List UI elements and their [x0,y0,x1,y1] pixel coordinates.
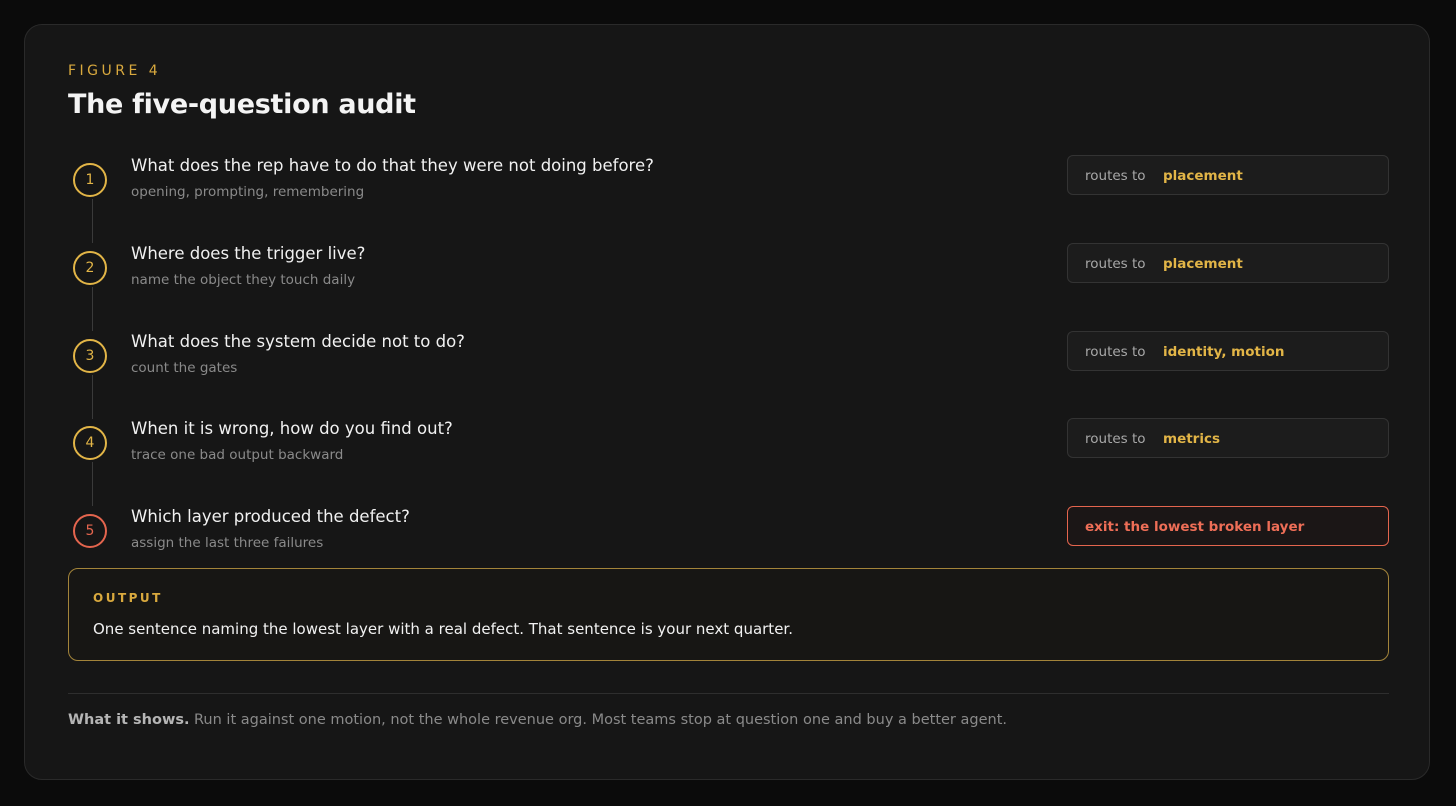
step-subtext: name the object they touch daily [131,272,356,288]
route-label: routes to [1085,431,1146,447]
route-box: routes to placement [1067,155,1389,195]
step-connector-line [92,199,93,243]
step-question: Which layer produced the defect? [131,507,410,526]
route-target: identity, motion [1163,344,1285,360]
audit-step-1: 1 What does the rep have to do that they… [25,155,1431,243]
route-label: routes to [1085,256,1146,272]
step-number-badge: 4 [73,426,107,460]
route-box: routes to metrics [1067,418,1389,458]
audit-step-2: 2 Where does the trigger live? name the … [25,243,1431,331]
figure-eyebrow: FIGURE 4 [68,63,162,79]
step-connector-line [92,375,93,419]
route-label: routes to [1085,168,1146,184]
footer-divider [68,693,1389,694]
route-box: routes to placement [1067,243,1389,283]
step-subtext: trace one bad output backward [131,447,344,463]
figure-title: The five-question audit [68,89,416,120]
step-connector-line [92,287,93,331]
audit-step-5: 5 Which layer produced the defect? assig… [25,506,1431,556]
audit-step-4: 4 When it is wrong, how do you find out?… [25,418,1431,506]
step-number-badge: 3 [73,339,107,373]
output-box: OUTPUT One sentence naming the lowest la… [68,568,1389,661]
step-subtext: assign the last three failures [131,535,324,551]
step-question: Where does the trigger live? [131,244,366,263]
output-label: OUTPUT [93,591,163,605]
step-question: What does the rep have to do that they w… [131,156,654,175]
step-number-badge: 2 [73,251,107,285]
output-text: One sentence naming the lowest layer wit… [93,620,793,638]
exit-label: exit: the lowest broken layer [1085,519,1305,535]
figure-card: FIGURE 4 The five-question audit 1 What … [24,24,1430,780]
route-target: placement [1163,256,1243,272]
step-connector-line [92,462,93,506]
step-number-badge: 5 [73,514,107,548]
route-box: routes to identity, motion [1067,331,1389,371]
exit-box: exit: the lowest broken layer [1067,506,1389,546]
audit-step-3: 3 What does the system decide not to do?… [25,331,1431,419]
step-question: What does the system decide not to do? [131,332,465,351]
route-target: metrics [1163,431,1220,447]
route-target: placement [1163,168,1243,184]
caption-label: What it shows. [68,712,190,728]
step-number-badge: 1 [73,163,107,197]
step-question: When it is wrong, how do you find out? [131,419,453,438]
step-subtext: count the gates [131,360,238,376]
caption-text: Run it against one motion, not the whole… [194,712,1007,728]
step-subtext: opening, prompting, remembering [131,184,365,200]
route-label: routes to [1085,344,1146,360]
